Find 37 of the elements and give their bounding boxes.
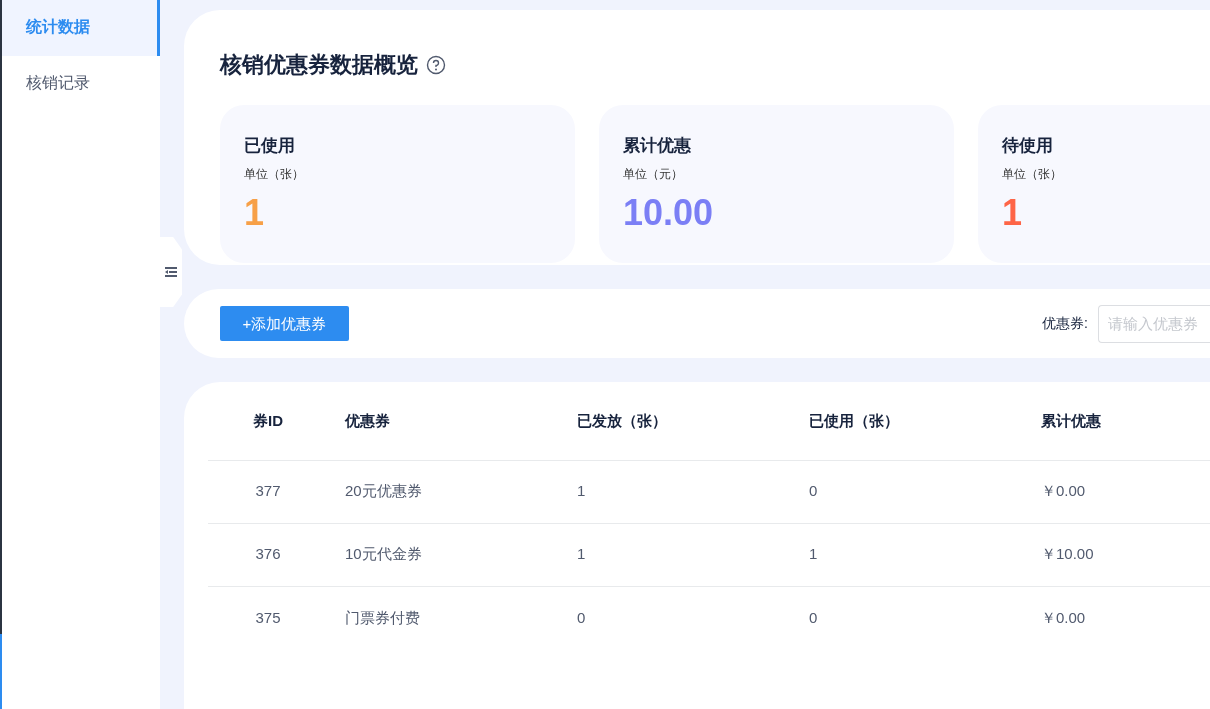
stat-value: 1 <box>244 191 265 233</box>
add-coupon-button[interactable]: +添加优惠券 <box>220 306 349 342</box>
column-header: 已使用（张） <box>809 411 899 429</box>
table-cell: 0 <box>809 608 818 626</box>
table-cell: ￥0.00 <box>1041 608 1086 626</box>
stat-label: 累计优惠 <box>623 135 692 157</box>
column-header: 券ID <box>253 411 283 429</box>
table-cell: 375 <box>255 608 281 626</box>
column-header: 优惠券 <box>345 411 390 429</box>
collapse-button[interactable] <box>160 237 182 307</box>
table-cell: ￥10.00 <box>1041 545 1094 563</box>
table-cell: 376 <box>255 545 281 563</box>
table-cell: 1 <box>809 545 818 563</box>
stat-unit: 单位（张） <box>244 165 305 183</box>
stat-unit: 单位（元） <box>623 165 684 183</box>
table-cell: 门票券付费 <box>345 608 420 626</box>
column-header: 累计优惠 <box>1041 411 1101 429</box>
menu-icon <box>165 266 177 278</box>
stat-unit: 单位（张） <box>1002 165 1063 183</box>
filter-label: 优惠券: <box>1042 314 1088 334</box>
table-cell: 1 <box>577 545 586 563</box>
help-icon[interactable] <box>426 54 446 75</box>
sidebar-item[interactable]: 统计数据 <box>2 0 160 56</box>
table-cell: 1 <box>577 482 586 500</box>
table-cell: 20元优惠券 <box>345 482 422 500</box>
stat-label: 已使用 <box>244 135 296 157</box>
table-cell: ￥0.00 <box>1041 482 1086 500</box>
column-header: 已发放（张） <box>577 411 667 429</box>
stat-label: 待使用 <box>1002 135 1054 157</box>
table-cell: 10元代金券 <box>345 545 422 563</box>
table-cell: 0 <box>809 482 818 500</box>
stat-value: 10.00 <box>623 191 714 233</box>
table-cell: 0 <box>577 608 586 626</box>
sidebar-item[interactable]: 核销记录 <box>2 56 160 112</box>
stat-value: 1 <box>1002 191 1023 233</box>
section-title: 核销优惠券数据概览 <box>220 51 418 79</box>
table-cell: 377 <box>255 482 281 500</box>
